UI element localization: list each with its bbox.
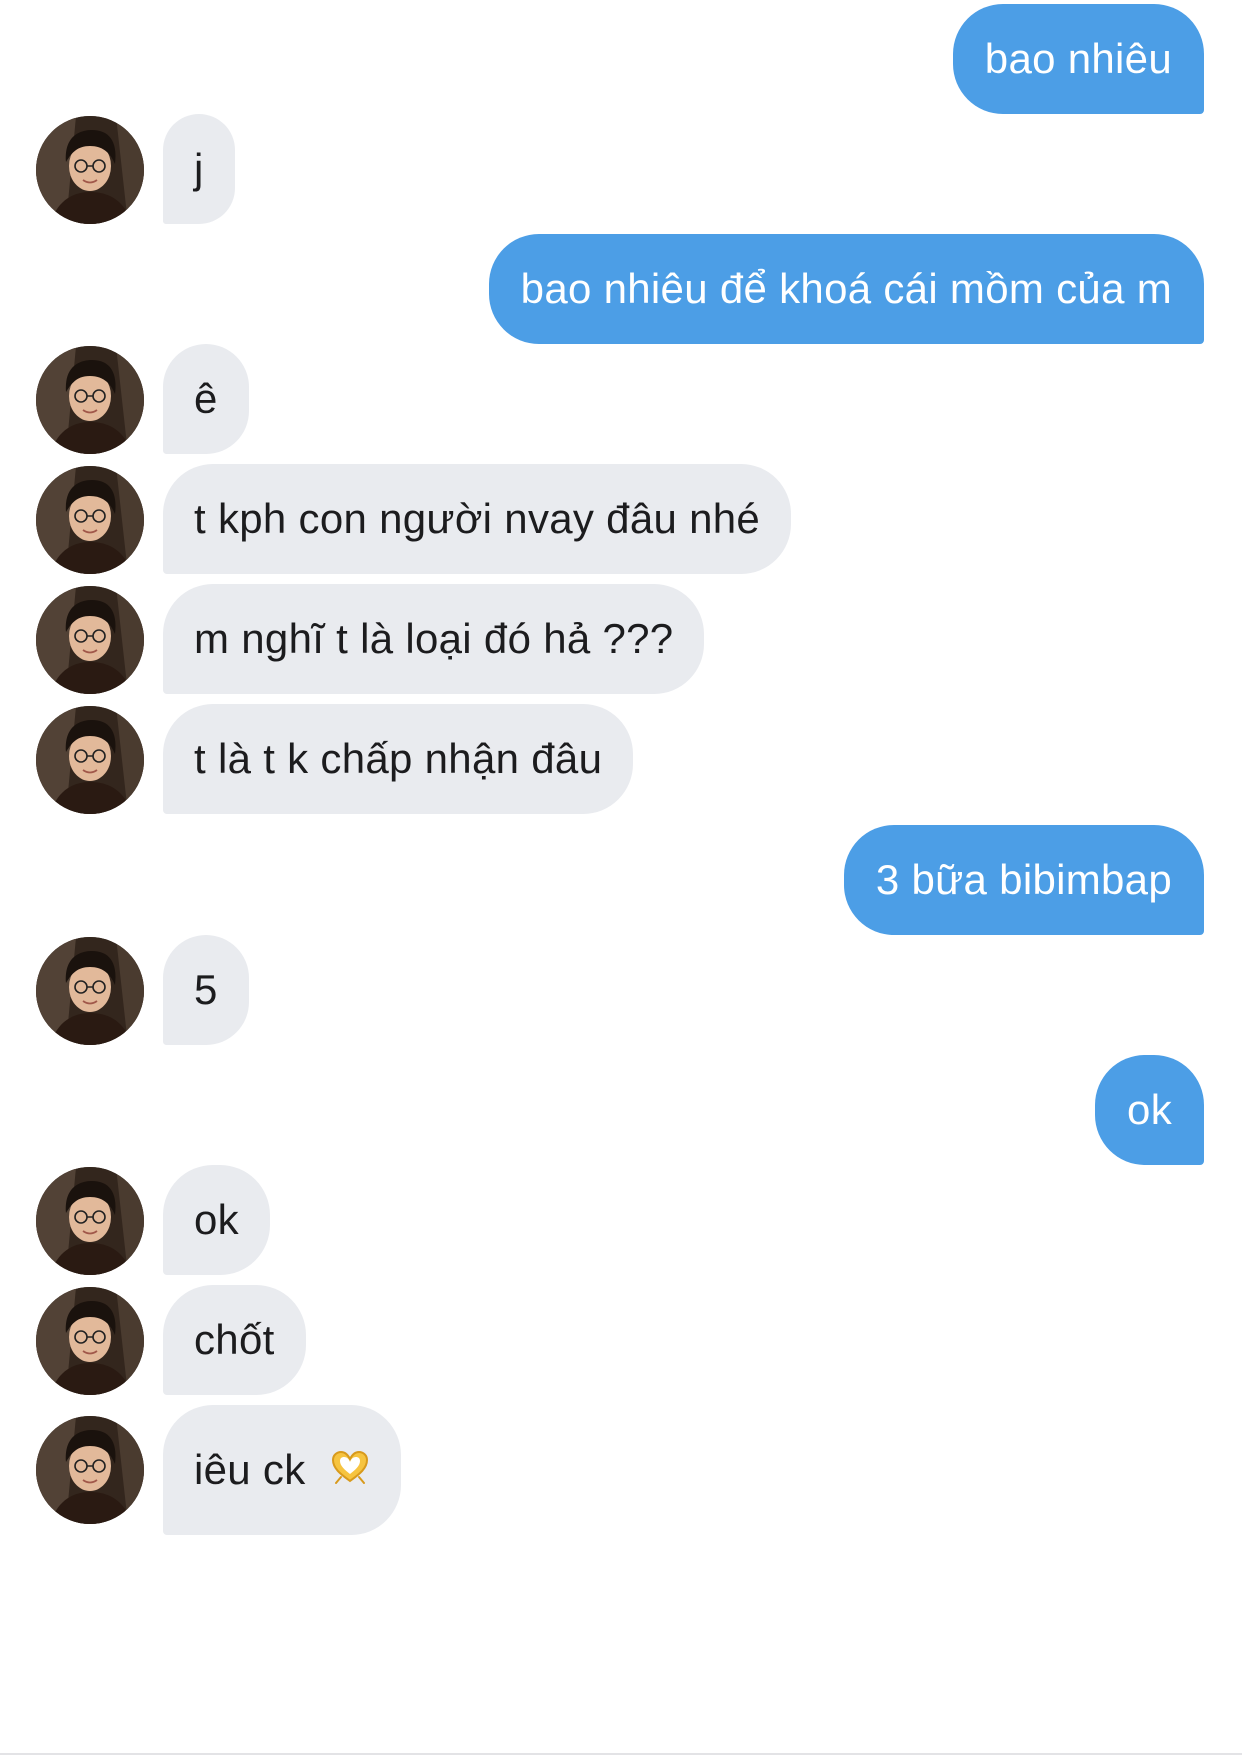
- message-text: ok: [194, 1196, 239, 1243]
- divider: [0, 1753, 1242, 1755]
- avatar-photo: [36, 1167, 144, 1275]
- contact-avatar[interactable]: [36, 346, 144, 454]
- avatar-photo: [36, 937, 144, 1045]
- avatar-photo: [36, 346, 144, 454]
- avatar-photo: [36, 466, 144, 574]
- outgoing-message[interactable]: ok: [1095, 1055, 1204, 1165]
- incoming-message[interactable]: ok: [163, 1165, 270, 1275]
- contact-avatar[interactable]: [36, 116, 144, 224]
- message-text: m nghĩ t là loại đó hả ???: [194, 615, 674, 662]
- message-text: bao nhiêu để khoá cái mồm của m: [520, 265, 1172, 312]
- incoming-message[interactable]: ê: [163, 344, 249, 454]
- incoming-message[interactable]: t kph con người nvay đâu nhé: [163, 464, 792, 574]
- avatar-photo: [36, 1287, 144, 1395]
- avatar-photo: [36, 1416, 144, 1524]
- incoming-message[interactable]: 5: [163, 935, 249, 1045]
- incoming-message[interactable]: chốt: [163, 1285, 306, 1395]
- message-text: 5: [194, 966, 218, 1013]
- message-text: chốt: [194, 1316, 275, 1363]
- contact-avatar[interactable]: [36, 466, 144, 574]
- avatar-photo: [36, 116, 144, 224]
- message-text: t kph con người nvay đâu nhé: [194, 495, 761, 542]
- message-text: 3 bữa bibimbap: [875, 856, 1172, 903]
- contact-avatar[interactable]: [36, 1287, 144, 1395]
- outgoing-message[interactable]: bao nhiêu để khoá cái mồm của m: [488, 234, 1204, 344]
- incoming-message[interactable]: m nghĩ t là loại đó hả ???: [163, 584, 705, 694]
- message-text: t là t k chấp nhận đâu: [194, 735, 603, 782]
- contact-avatar[interactable]: [36, 586, 144, 694]
- outgoing-message[interactable]: 3 bữa bibimbap: [843, 825, 1204, 935]
- contact-avatar[interactable]: [36, 937, 144, 1045]
- contact-avatar[interactable]: [36, 706, 144, 814]
- message-text: ok: [1127, 1086, 1172, 1133]
- avatar-photo: [36, 706, 144, 814]
- contact-avatar[interactable]: [36, 1416, 144, 1524]
- incoming-message[interactable]: j: [163, 114, 235, 224]
- message-text: j: [194, 145, 204, 192]
- contact-avatar[interactable]: [36, 1167, 144, 1275]
- message-text: ê: [194, 375, 218, 422]
- message-text: bao nhiêu: [984, 35, 1172, 82]
- message-text: iêu ck: [194, 1446, 306, 1493]
- avatar-photo: [36, 586, 144, 694]
- outgoing-message[interactable]: bao nhiêu: [952, 4, 1204, 114]
- incoming-message[interactable]: t là t k chấp nhận đâu: [163, 704, 634, 814]
- incoming-message[interactable]: iêu ck: [163, 1405, 401, 1535]
- heart-hands-icon: [330, 1405, 370, 1535]
